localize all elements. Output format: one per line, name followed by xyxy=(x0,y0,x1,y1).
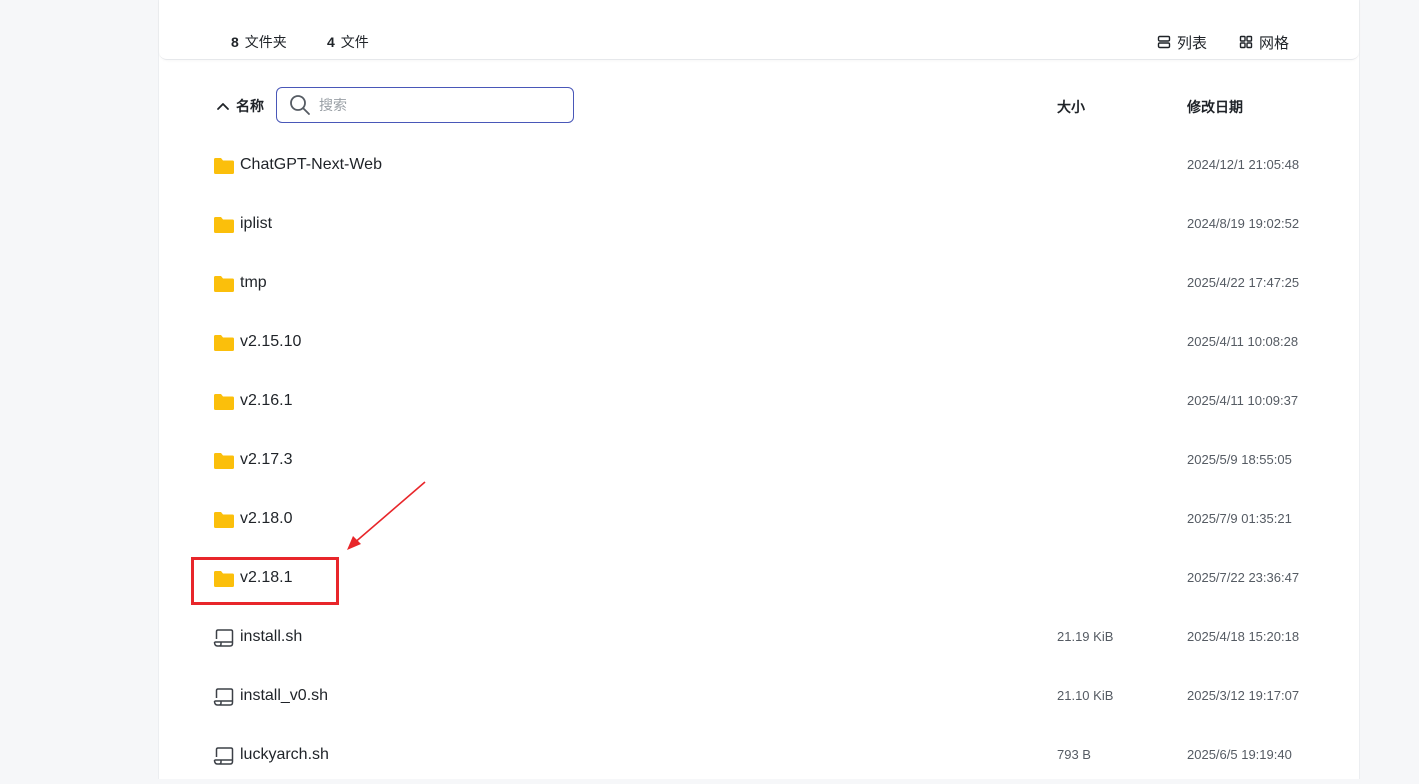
size-column-header[interactable]: 大小 xyxy=(1057,97,1085,117)
item-modified: 2025/7/9 01:35:21 xyxy=(1187,511,1292,526)
sort-ascending-icon xyxy=(217,103,229,110)
item-name: v2.18.0 xyxy=(240,510,293,527)
list-item[interactable]: v2.18.1 2025/7/22 23:36:47 xyxy=(159,548,1359,607)
item-name: v2.17.3 xyxy=(240,451,293,468)
modified-date-column-header[interactable]: 修改日期 xyxy=(1187,97,1243,117)
list-item[interactable]: v2.18.0 2025/7/9 01:35:21 xyxy=(159,489,1359,548)
search-input[interactable] xyxy=(317,96,561,114)
list-item[interactable]: install.sh 21.19 KiB 2025/4/18 15:20:18 xyxy=(159,607,1359,666)
script-file-icon xyxy=(213,629,234,647)
grid-view-label: 网格 xyxy=(1259,34,1290,52)
list-item[interactable]: iplist 2024/8/19 19:02:52 xyxy=(159,194,1359,253)
item-modified: 2025/4/11 10:09:37 xyxy=(1187,393,1299,408)
item-modified: 2025/4/22 17:47:25 xyxy=(1187,275,1300,290)
item-name: install.sh xyxy=(240,628,303,645)
folder-icon xyxy=(214,453,234,469)
script-file-icon xyxy=(213,747,234,765)
table-header: 名称 大小 修改日期 xyxy=(159,82,1359,128)
list-view-button[interactable]: 列表 xyxy=(1157,31,1207,53)
list-item[interactable]: install_v0.sh 21.10 KiB 2025/3/12 19:17:… xyxy=(159,666,1359,725)
item-size: 793 B xyxy=(1057,747,1091,762)
list-view-label: 列表 xyxy=(1177,34,1208,52)
folder-icon xyxy=(214,276,234,292)
folder-count-label: 文件夹 xyxy=(244,34,287,50)
folder-count: 8 文件夹 xyxy=(231,33,287,51)
item-modified: 2025/4/18 15:20:18 xyxy=(1187,629,1300,644)
script-file-icon xyxy=(213,688,234,706)
list-item[interactable]: v2.15.10 2025/4/11 10:08:28 xyxy=(159,312,1359,371)
folder-icon xyxy=(214,335,234,351)
item-name: luckyarch.sh xyxy=(240,746,329,763)
list-item[interactable]: v2.16.1 2025/4/11 10:09:37 xyxy=(159,371,1359,430)
list-item[interactable]: ChatGPT-Next-Web 2024/12/1 21:05:48 xyxy=(159,135,1359,194)
folder-icon xyxy=(214,217,234,233)
item-name: ChatGPT-Next-Web xyxy=(240,156,382,173)
file-browser-panel: 8 文件夹 4 文件 列表 网格 名称 搜索 大小 修改日期 ChatGPT-N… xyxy=(158,0,1360,779)
item-size: 21.19 KiB xyxy=(1057,629,1114,644)
folder-icon xyxy=(214,571,234,587)
item-modified: 2025/7/22 23:36:47 xyxy=(1187,570,1300,585)
file-count-number: 4 xyxy=(327,34,335,50)
item-modified: 2025/6/5 19:19:40 xyxy=(1187,747,1292,762)
item-name: tmp xyxy=(240,274,267,291)
search-icon xyxy=(290,95,310,115)
name-column-label: 名称 xyxy=(236,98,264,114)
item-name: install_v0.sh xyxy=(240,687,329,704)
file-count: 4 文件 xyxy=(327,33,369,51)
list-item[interactable]: tmp 2025/4/22 17:47:25 xyxy=(159,253,1359,312)
folder-count-number: 8 xyxy=(231,34,239,50)
item-modified: 2024/8/19 19:02:52 xyxy=(1187,216,1300,231)
search-box[interactable] xyxy=(276,87,574,123)
item-modified: 2025/4/11 10:08:28 xyxy=(1187,334,1299,349)
grid-icon xyxy=(1239,35,1253,49)
list-item[interactable]: luckyarch.sh 793 B 2025/6/5 19:19:40 xyxy=(159,725,1359,784)
file-count-label: 文件 xyxy=(340,34,369,50)
item-size: 21.10 KiB xyxy=(1057,688,1114,703)
file-list: ChatGPT-Next-Web 2024/12/1 21:05:48 ipli… xyxy=(159,135,1359,784)
folder-icon xyxy=(214,512,234,528)
folder-icon xyxy=(214,158,234,174)
item-modified: 2025/5/9 18:55:05 xyxy=(1187,452,1292,467)
sort-by-name-button[interactable]: 名称 xyxy=(216,96,264,116)
item-name: iplist xyxy=(240,215,273,232)
item-modified: 2024/12/1 21:05:48 xyxy=(1187,157,1300,172)
list-icon xyxy=(1157,35,1171,49)
summary-bar: 8 文件夹 4 文件 列表 网格 xyxy=(159,0,1359,60)
folder-icon xyxy=(214,394,234,410)
item-name: v2.16.1 xyxy=(240,392,293,409)
item-name: v2.15.10 xyxy=(240,333,302,350)
item-name: v2.18.1 xyxy=(240,569,293,586)
list-item[interactable]: v2.17.3 2025/5/9 18:55:05 xyxy=(159,430,1359,489)
item-modified: 2025/3/12 19:17:07 xyxy=(1187,688,1300,703)
grid-view-button[interactable]: 网格 xyxy=(1239,31,1289,53)
